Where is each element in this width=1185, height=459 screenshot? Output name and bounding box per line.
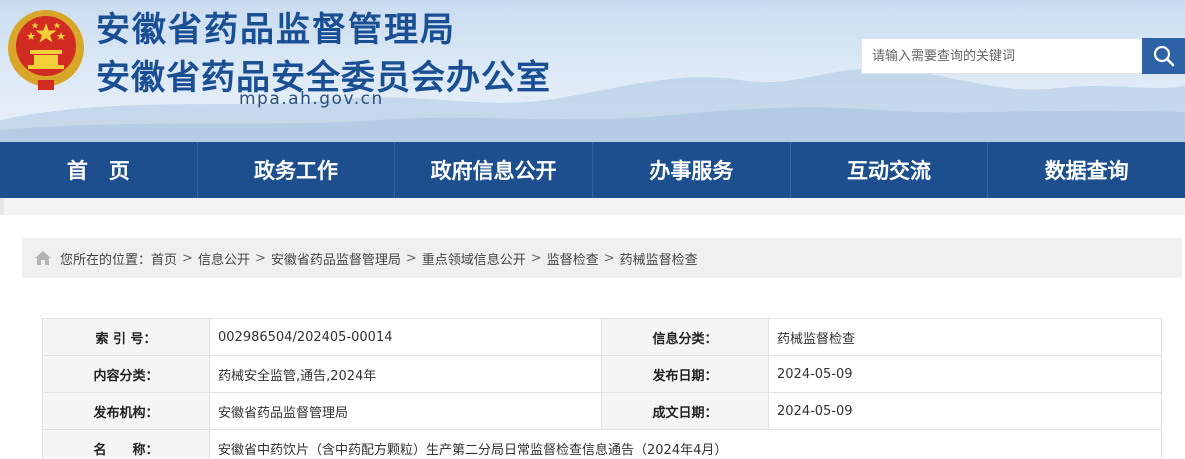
search-icon: [1153, 45, 1174, 67]
breadcrumb-link-key-areas[interactable]: 重点领域信息公开: [422, 249, 526, 268]
table-row: 内容分类： 药械安全监管,通告,2024年 发布日期： 2024-05-09: [42, 355, 1162, 393]
search-input[interactable]: [861, 38, 1143, 74]
nav-item-interaction[interactable]: 互动交流: [791, 142, 989, 198]
search-button[interactable]: [1142, 38, 1185, 74]
site-domain: mpa.ah.gov.cn: [239, 89, 384, 109]
breadcrumb-separator: >: [603, 250, 615, 266]
nav-item-services[interactable]: 办事服务: [593, 142, 791, 198]
created-date-label: 成文日期：: [601, 392, 769, 430]
publish-date-value: 2024-05-09: [768, 355, 1162, 393]
document-name-label: 名 称：: [42, 429, 210, 459]
breadcrumb-link-home[interactable]: 首页: [151, 249, 177, 268]
breadcrumb-separator: >: [254, 250, 266, 266]
publishing-org-label: 发布机构：: [42, 392, 210, 430]
content-category-label: 内容分类：: [42, 355, 210, 393]
info-category-label: 信息分类：: [601, 318, 769, 356]
main-nav: 首 页 政务工作 政府信息公开 办事服务 互动交流 数据查询: [0, 142, 1185, 198]
breadcrumb-separator: >: [182, 250, 193, 266]
nav-item-data-query[interactable]: 数据查询: [988, 142, 1185, 198]
nav-item-government-affairs[interactable]: 政务工作: [198, 142, 396, 198]
content-top-strip: [0, 198, 1185, 215]
index-number-value: 002986504/202405-00014: [209, 318, 602, 356]
breadcrumb-link-bureau[interactable]: 安徽省药品监督管理局: [271, 249, 401, 268]
header-banner: 安徽省药品监督管理局 安徽省药品安全委员会办公室 mpa.ah.gov.cn: [0, 0, 1185, 142]
publishing-org-value: 安徽省药品监督管理局: [209, 392, 602, 430]
document-name-value: 安徽省中药饮片（含中药配方颗粒）生产第二分局日常监督检查信息通告（2024年4月…: [209, 429, 1162, 459]
breadcrumb-prefix: 您所在的位置：: [60, 252, 152, 268]
table-row: 索 引 号： 002986504/202405-00014 信息分类： 药械监督…: [42, 318, 1162, 356]
index-number-label: 索 引 号：: [42, 318, 210, 356]
nav-item-information-disclosure[interactable]: 政府信息公开: [395, 142, 594, 198]
breadcrumb-separator: >: [530, 250, 542, 266]
breadcrumb-link-info-disclosure[interactable]: 信息公开: [198, 249, 250, 268]
site-title: 安徽省药品监督管理局: [96, 10, 456, 50]
nav-item-home[interactable]: 首 页: [0, 142, 198, 198]
publish-date-label: 发布日期：: [601, 355, 769, 393]
info-category-value: 药械监督检查: [768, 318, 1162, 356]
content-category-value: 药械安全监管,通告,2024年: [209, 355, 602, 393]
breadcrumb-link-drug-device-inspection[interactable]: 药械监督检查: [620, 249, 698, 268]
breadcrumb-link-supervision[interactable]: 监督检查: [547, 249, 599, 268]
table-row: 名 称： 安徽省中药饮片（含中药配方颗粒）生产第二分局日常监督检查信息通告（20…: [42, 429, 1162, 459]
breadcrumb: 您所在的位置： 首页 > 信息公开 > 安徽省药品监督管理局 > 重点领域信息公…: [22, 238, 1182, 278]
breadcrumb-separator: >: [405, 250, 417, 266]
created-date-value: 2024-05-09: [768, 392, 1162, 430]
document-info-table: 索 引 号： 002986504/202405-00014 信息分类： 药械监督…: [42, 318, 1162, 459]
national-emblem-icon: [8, 10, 84, 90]
table-row: 发布机构： 安徽省药品监督管理局 成文日期： 2024-05-09: [42, 392, 1162, 430]
home-icon: [35, 251, 51, 265]
